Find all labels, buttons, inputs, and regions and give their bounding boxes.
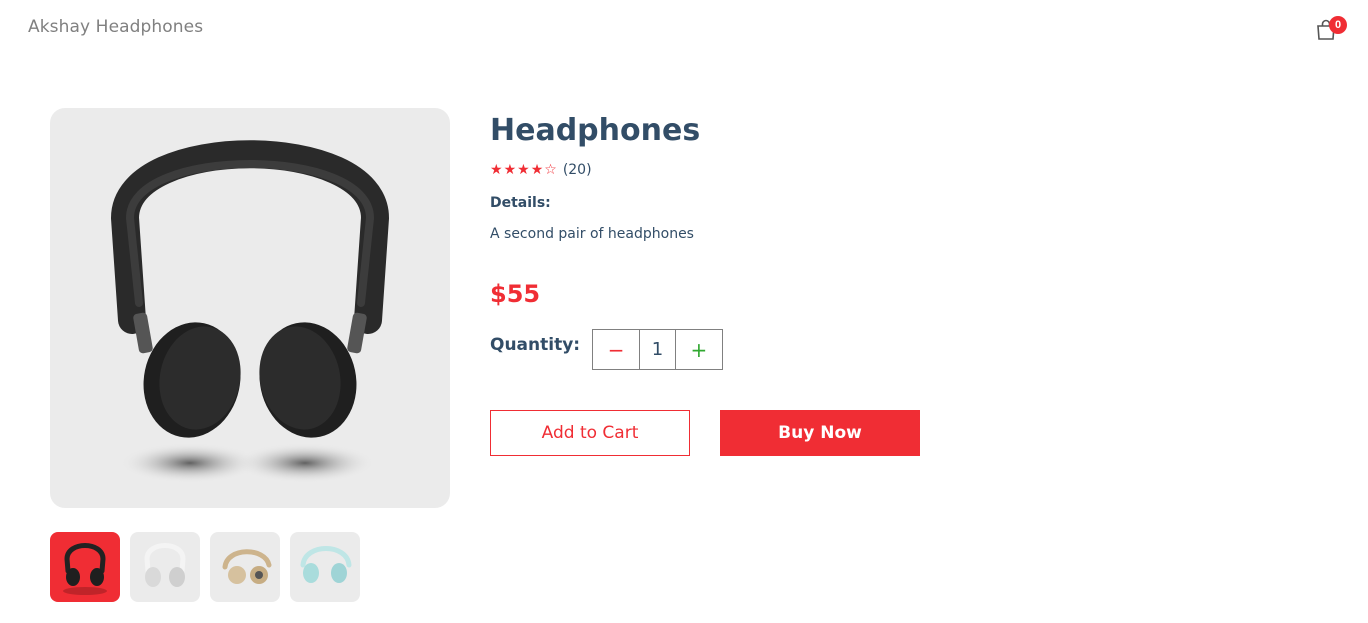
star-filled-icon: ★ (490, 162, 503, 178)
cart-button[interactable]: 0 (1313, 16, 1347, 46)
product-price: $55 (490, 280, 541, 308)
review-count: (20) (562, 162, 592, 178)
product-rating: ★ ★ ★ ★ ☆ (20) (490, 162, 592, 178)
buy-now-button[interactable]: Buy Now (720, 410, 920, 456)
rating-stars: ★ ★ ★ ★ ☆ (490, 162, 557, 178)
quantity-value: 1 (651, 339, 664, 360)
cart-count-badge: 0 (1329, 16, 1347, 34)
thumbnail-black-headphones[interactable] (50, 532, 120, 602)
star-filled-icon: ★ (503, 162, 517, 178)
star-filled-icon: ★ (530, 162, 544, 178)
product-main-image (50, 108, 450, 508)
decrease-quantity-button[interactable]: − (593, 330, 641, 369)
thumbnail-list (50, 532, 360, 602)
star-outline-icon: ☆ (544, 162, 557, 178)
thumbnail-white-headphones[interactable] (130, 532, 200, 602)
thumbnail-beige-headphones[interactable] (210, 532, 280, 602)
quantity-label: Quantity: (490, 335, 581, 355)
increase-quantity-button[interactable]: + (674, 330, 722, 369)
thumbnail-light-blue-headphones[interactable] (290, 532, 360, 602)
star-filled-icon: ★ (517, 162, 530, 178)
product-title: Headphones (490, 113, 701, 148)
add-to-cart-button[interactable]: Add to Cart (490, 410, 690, 456)
quantity-stepper: − 1 + (592, 329, 723, 370)
details-label: Details: (490, 195, 551, 211)
details-text: A second pair of headphones (490, 226, 694, 242)
logo[interactable]: Akshay Headphones (28, 17, 203, 37)
